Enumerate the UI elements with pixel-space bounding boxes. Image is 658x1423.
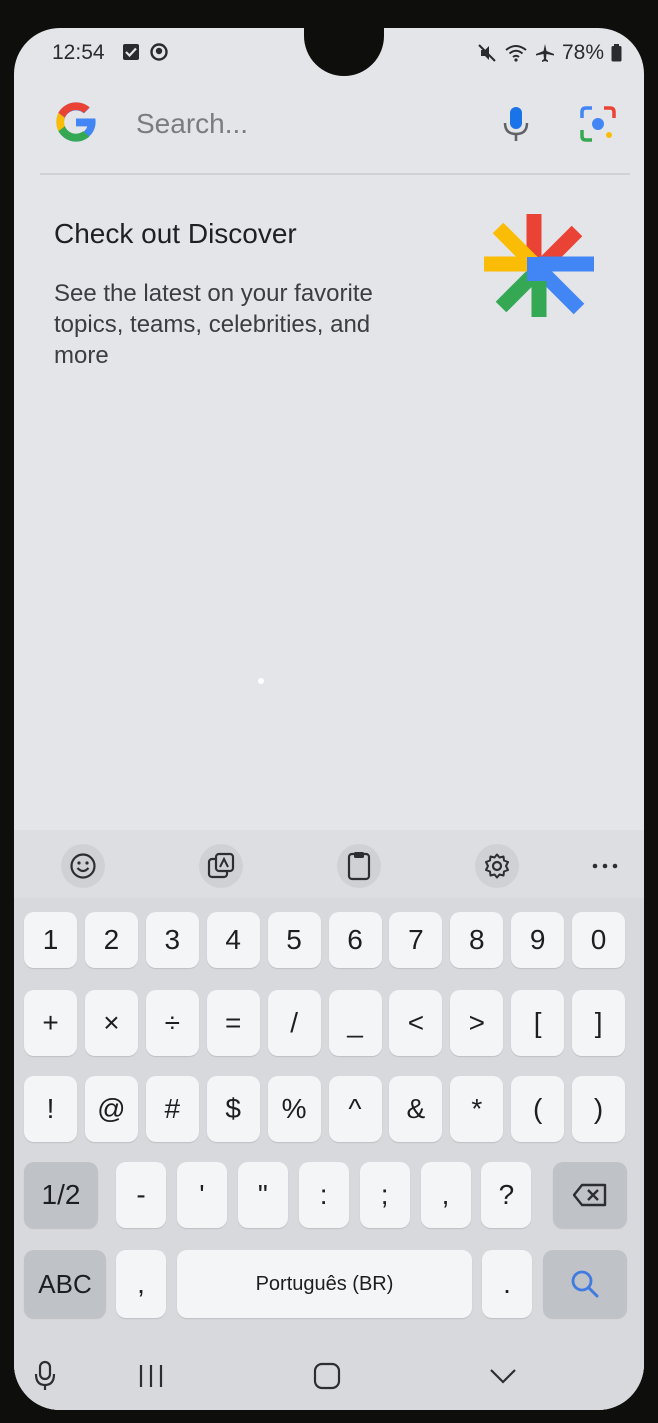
key[interactable]: # <box>145 1076 199 1142</box>
key[interactable]: 8 <box>450 912 504 968</box>
battery-percent: 78% <box>561 41 604 64</box>
keyboard: 1 2 3 4 5 6 7 8 9 0 + × ÷ = / _ < >[]! @ # $% ^ & *() 1/2- ' ":;,?… <box>14 830 644 1410</box>
app-notification-icon <box>150 43 168 61</box>
backspace-icon <box>572 1183 607 1207</box>
key[interactable]: ? <box>481 1162 532 1228</box>
key[interactable]: 9 <box>511 912 565 968</box>
key[interactable]: = <box>206 990 260 1056</box>
key[interactable]: & <box>389 1076 443 1142</box>
abc-key[interactable]: ABC <box>24 1250 106 1318</box>
status-icons: 78% <box>477 41 622 65</box>
key[interactable]: ÷ <box>145 990 199 1056</box>
discover-card[interactable]: Check out Discover See the latest on you… <box>54 214 614 426</box>
keyboard-voice-button[interactable] <box>28 1358 62 1394</box>
key[interactable]: $ <box>206 1076 260 1142</box>
wifi-icon <box>505 45 527 62</box>
key[interactable]: ' <box>176 1162 227 1228</box>
key[interactable]: ; <box>359 1162 410 1228</box>
hide-keyboard-button[interactable] <box>486 1358 520 1394</box>
more-button[interactable] <box>583 844 627 888</box>
key[interactable]: 6 <box>328 912 382 968</box>
key[interactable]: ^ <box>328 1076 382 1142</box>
key[interactable]: [ <box>511 990 565 1056</box>
key[interactable]: 2 <box>84 912 138 968</box>
voice-search-mic-icon[interactable] <box>498 104 534 144</box>
chevron-down-icon <box>490 1369 516 1384</box>
sticker-button[interactable] <box>199 844 243 888</box>
key[interactable]: 1 <box>24 912 77 968</box>
settings-icon <box>485 853 509 879</box>
search-divider <box>40 173 630 175</box>
clipboard-icon <box>347 852 371 881</box>
period-key[interactable]: . <box>482 1250 532 1318</box>
google-lens-icon[interactable] <box>578 104 618 144</box>
discover-asterisk-icon <box>484 214 594 317</box>
key[interactable]: ) <box>572 1076 626 1142</box>
discover-title: Check out Discover <box>54 218 297 249</box>
key[interactable]: @ <box>84 1076 138 1142</box>
emoji-icon <box>70 853 96 879</box>
key[interactable]: , <box>420 1162 471 1228</box>
key[interactable]: + <box>24 990 77 1056</box>
home-icon <box>313 1362 341 1390</box>
key[interactable]: % <box>267 1076 321 1142</box>
search-key[interactable] <box>543 1250 627 1318</box>
key[interactable]: - <box>116 1162 166 1228</box>
key[interactable]: : <box>298 1162 349 1228</box>
recent-apps-icon <box>139 1365 163 1387</box>
recent-apps-button[interactable] <box>134 1358 168 1394</box>
key[interactable]: 4 <box>206 912 260 968</box>
key[interactable]: × <box>84 990 138 1056</box>
status-time: 12:54 <box>52 41 105 64</box>
key[interactable]: _ <box>328 990 382 1056</box>
key[interactable]: 7 <box>389 912 443 968</box>
keyboard-toolbar <box>14 830 644 898</box>
key[interactable]: " <box>237 1162 288 1228</box>
key[interactable]: ! <box>24 1076 77 1142</box>
key[interactable]: ( <box>511 1076 565 1142</box>
search-bar[interactable]: Search... <box>40 92 630 172</box>
mic-icon <box>34 1360 56 1390</box>
space-key[interactable]: Português (BR) <box>177 1250 472 1318</box>
key[interactable]: > <box>450 990 504 1056</box>
navigation-bar <box>14 1346 644 1410</box>
phone-screen: 12:54 78% Search... Check out Discover S… <box>14 28 644 1410</box>
search-input[interactable]: Search... <box>136 108 248 140</box>
airplane-icon <box>535 44 554 62</box>
checkbox-notification-icon <box>123 44 139 60</box>
key[interactable]: / <box>267 990 321 1056</box>
discover-description: See the latest on your favorite topics, … <box>54 280 373 369</box>
status-bar: 12:54 78% <box>14 28 644 78</box>
key[interactable]: 5 <box>267 912 321 968</box>
comma-key[interactable]: , <box>116 1250 166 1318</box>
backspace-key[interactable] <box>553 1162 627 1228</box>
page-indicator-dot <box>258 678 264 684</box>
clipboard-button[interactable] <box>337 844 381 888</box>
sticker-icon <box>207 852 235 879</box>
settings-button[interactable] <box>475 844 519 888</box>
key[interactable]: * <box>450 1076 504 1142</box>
key[interactable]: < <box>389 990 443 1056</box>
key[interactable]: 3 <box>145 912 199 968</box>
key[interactable]: ] <box>572 990 626 1056</box>
key[interactable]: 0 <box>572 912 626 968</box>
home-button[interactable] <box>310 1358 344 1394</box>
battery-icon <box>611 44 622 62</box>
more-icon <box>592 863 618 869</box>
search-icon <box>571 1270 599 1298</box>
google-logo-icon[interactable] <box>52 98 100 146</box>
symbol-page-key[interactable]: 1/2 <box>24 1162 98 1228</box>
mute-icon <box>478 44 496 62</box>
emoji-button[interactable] <box>61 844 105 888</box>
